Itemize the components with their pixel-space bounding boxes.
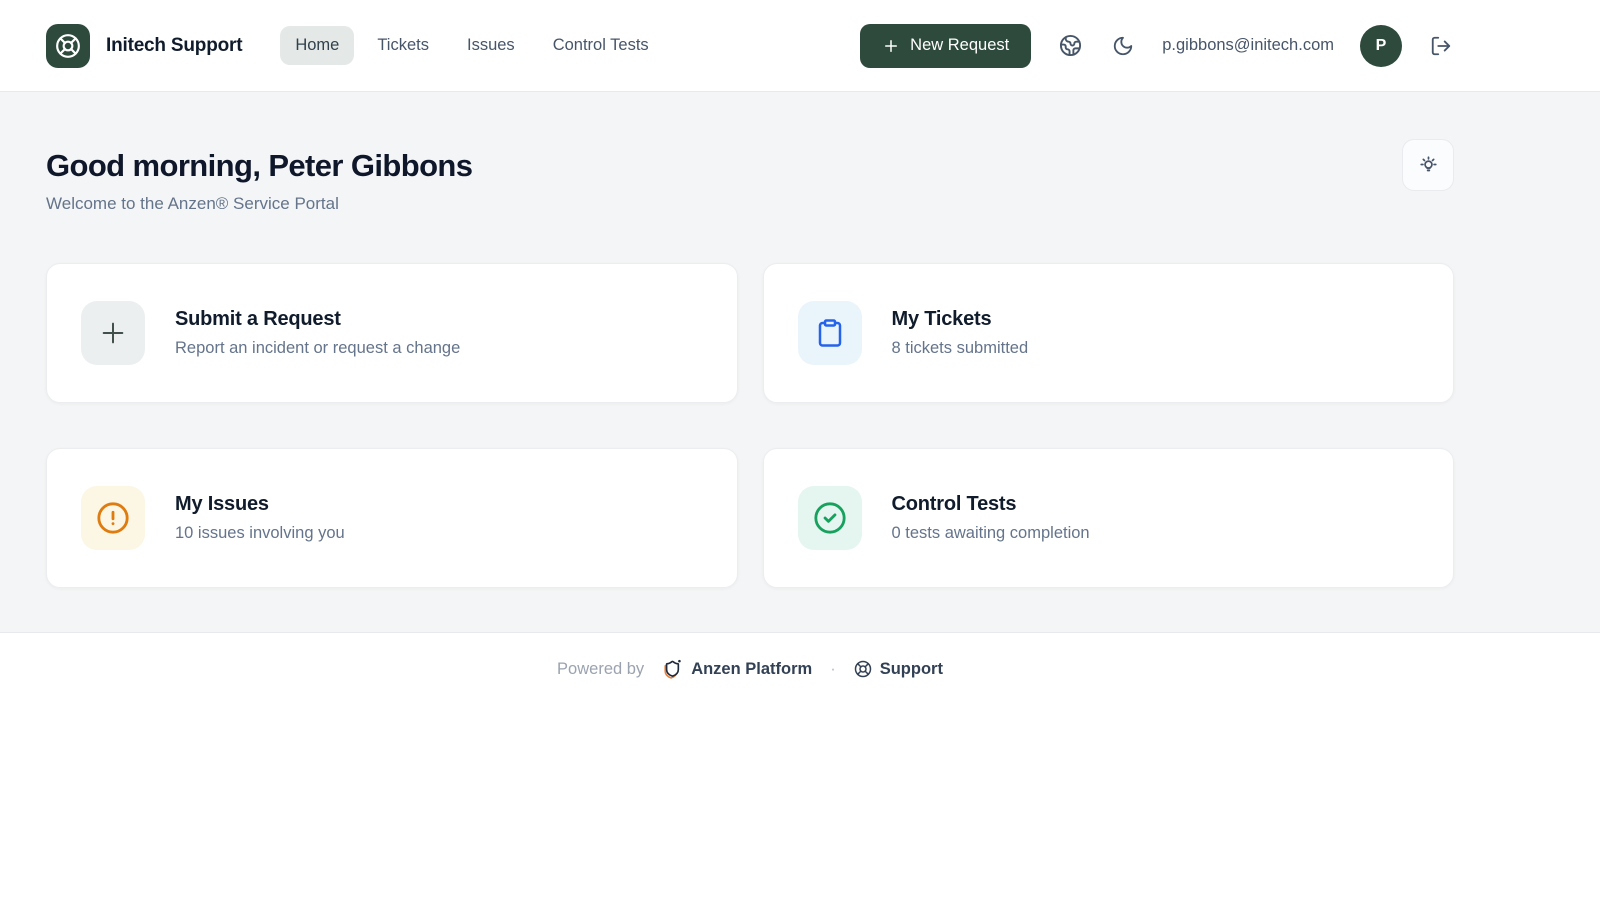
primary-nav: Home Tickets Issues Control Tests xyxy=(280,26,663,65)
card-title: Submit a Request xyxy=(175,308,341,330)
card-text: Submit a Request Report an incident or r… xyxy=(175,308,460,358)
nav-item-home[interactable]: Home xyxy=(280,26,355,65)
footer-separator: · xyxy=(830,659,836,678)
card-control-tests[interactable]: Control Tests 0 tests awaiting completio… xyxy=(762,448,1454,588)
support-label: Support xyxy=(879,659,943,678)
brand-name: Initech Support xyxy=(106,34,243,56)
brand-logo xyxy=(46,23,90,68)
platform-name: Anzen Platform xyxy=(691,659,813,678)
new-request-button[interactable]: New Request xyxy=(860,23,1032,68)
plus-icon xyxy=(882,37,900,55)
card-my-issues[interactable]: My Issues 10 issues involving you xyxy=(46,448,738,588)
card-subtitle: 0 tests awaiting completion xyxy=(891,524,1090,542)
shield-icon xyxy=(660,658,682,680)
card-title: My Tickets xyxy=(891,308,992,330)
powered-by-label: Powered by xyxy=(557,659,645,678)
card-text: My Tickets 8 tickets submitted xyxy=(892,308,1029,358)
header-actions: New Request p.gibbons@initech.com P xyxy=(860,23,1454,68)
sign-out-button[interactable] xyxy=(1428,33,1454,59)
alert-circle-icon xyxy=(81,486,145,550)
nav-item-issues[interactable]: Issues xyxy=(452,26,530,65)
page-title: Good morning, Peter Gibbons xyxy=(46,148,473,183)
lightbulb-icon xyxy=(1417,154,1440,177)
brand-home-link[interactable]: Initech Support xyxy=(46,23,243,68)
nav-item-control-tests[interactable]: Control Tests xyxy=(538,26,664,65)
avatar[interactable]: P xyxy=(1360,24,1402,67)
tips-button[interactable] xyxy=(1402,139,1454,191)
nav-item-tickets[interactable]: Tickets xyxy=(362,26,444,65)
card-text: My Issues 10 issues involving you xyxy=(175,493,345,543)
welcome-subtitle: Welcome to the Anzen® Service Portal xyxy=(46,194,339,213)
anzen-platform-link[interactable]: Anzen Platform xyxy=(660,658,812,680)
page-footer: Powered by Anzen Platform · Support xyxy=(0,633,1600,710)
globe-icon xyxy=(1059,34,1082,57)
new-request-label: New Request xyxy=(910,36,1010,54)
portal-home: Good morning, Peter Gibbons Welcome to t… xyxy=(0,92,1600,633)
card-submit-request[interactable]: Submit a Request Report an incident or r… xyxy=(46,263,738,403)
lifebuoy-icon xyxy=(55,33,81,59)
check-circle-icon xyxy=(797,486,862,550)
card-subtitle: Report an incident or request a change xyxy=(175,339,461,357)
moon-icon xyxy=(1112,35,1134,57)
card-subtitle: 10 issues involving you xyxy=(175,524,345,542)
lifebuoy-icon xyxy=(854,660,872,678)
greeting-block: Good morning, Peter Gibbons Welcome to t… xyxy=(46,147,473,214)
card-title: My Issues xyxy=(175,493,269,515)
language-button[interactable] xyxy=(1057,32,1084,59)
card-my-tickets[interactable]: My Tickets 8 tickets submitted xyxy=(762,263,1454,403)
user-email: p.gibbons@initech.com xyxy=(1162,36,1334,54)
clipboard-icon xyxy=(797,301,862,365)
avatar-initial: P xyxy=(1375,36,1387,54)
card-subtitle: 8 tickets submitted xyxy=(891,339,1029,357)
theme-toggle-button[interactable] xyxy=(1110,33,1136,59)
card-text: Control Tests 0 tests awaiting completio… xyxy=(892,493,1090,543)
log-out-icon xyxy=(1430,35,1452,57)
plus-icon xyxy=(81,301,145,365)
card-title: Control Tests xyxy=(891,493,1017,515)
support-link[interactable]: Support xyxy=(854,660,943,679)
quick-action-cards: Submit a Request Report an incident or r… xyxy=(46,263,1454,588)
top-nav-bar: Initech Support Home Tickets Issues Cont… xyxy=(0,0,1600,92)
